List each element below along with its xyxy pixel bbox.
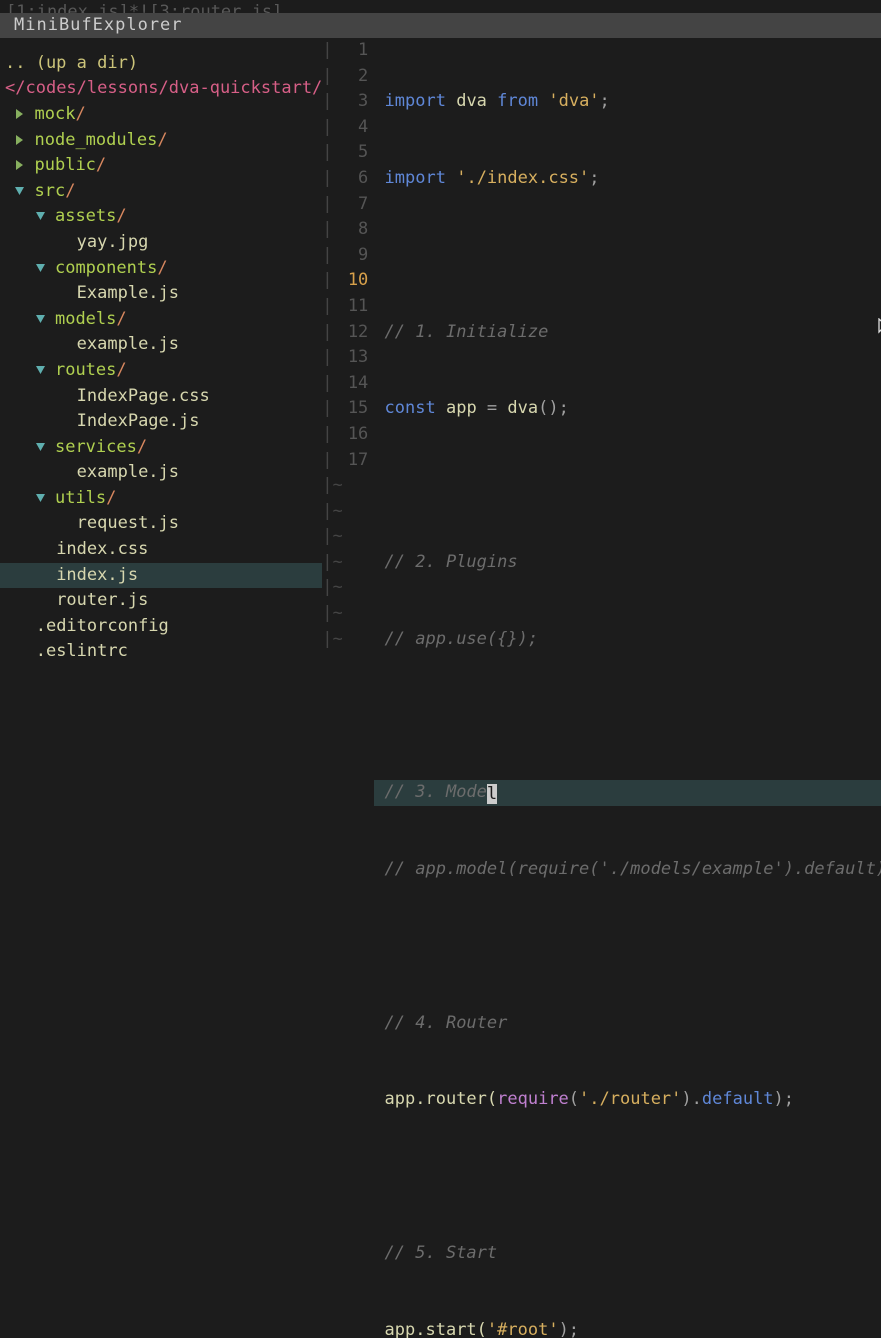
tabbar: [1:index.js]*![3:router.js] bbox=[0, 0, 881, 13]
folder-collapsed-icon bbox=[15, 160, 24, 170]
code-line[interactable] bbox=[374, 703, 881, 729]
tree-item-routes[interactable]: routes/ bbox=[0, 358, 322, 384]
tree-item-example-upper[interactable]: Example.js bbox=[0, 281, 322, 307]
code-line-active[interactable]: // 3. Model bbox=[374, 780, 881, 806]
code-line[interactable]: // 1. Initialize bbox=[374, 320, 881, 346]
minibuf-explorer: MiniBufExplorer bbox=[0, 13, 881, 38]
tree-item-services-example[interactable]: example.js bbox=[0, 460, 322, 486]
folder-expanded-icon bbox=[15, 186, 24, 196]
code-line[interactable]: app.router(require('./router').default); bbox=[374, 1087, 881, 1113]
tree-item-yay[interactable]: yay.jpg bbox=[0, 230, 322, 256]
tree-item-indexpage-js[interactable]: IndexPage.js bbox=[0, 409, 322, 435]
code-line[interactable]: // app.model(require('./models/example')… bbox=[374, 857, 881, 883]
file-tree[interactable]: .. (up a dir) </codes/lessons/dva-quicks… bbox=[0, 38, 322, 669]
tree-item-utils[interactable]: utils/ bbox=[0, 486, 322, 512]
folder-expanded-icon bbox=[36, 314, 45, 324]
code-line[interactable] bbox=[374, 934, 881, 960]
code-line[interactable]: // 5. Start bbox=[374, 1241, 881, 1267]
file-tree-up[interactable]: .. (up a dir) bbox=[0, 51, 322, 77]
code-area[interactable]: import dva from 'dva'; import './index.c… bbox=[374, 38, 881, 669]
gutter-pipe: |||||| |||||| ||||| |~|~|~|~|~|~|~ bbox=[322, 38, 332, 669]
file-tree-path: </codes/lessons/dva-quickstart/ bbox=[0, 76, 322, 102]
tree-item-public[interactable]: public/ bbox=[0, 153, 322, 179]
tree-item-router-js[interactable]: router.js bbox=[0, 588, 322, 614]
tree-item-models[interactable]: models/ bbox=[0, 307, 322, 333]
folder-collapsed-icon bbox=[15, 135, 24, 145]
folder-expanded-icon bbox=[36, 365, 45, 375]
tree-item-models-example[interactable]: example.js bbox=[0, 332, 322, 358]
folder-expanded-icon bbox=[36, 442, 45, 452]
folder-collapsed-icon bbox=[15, 109, 24, 119]
code-line[interactable] bbox=[374, 1164, 881, 1190]
code-line[interactable] bbox=[374, 473, 881, 499]
tree-item-mock[interactable]: mock/ bbox=[0, 102, 322, 128]
tree-item-index-js[interactable]: index.js bbox=[0, 563, 322, 589]
tree-item-src[interactable]: src/ bbox=[0, 179, 322, 205]
code-line[interactable]: app.start('#root'); bbox=[374, 1318, 881, 1338]
folder-expanded-icon bbox=[36, 263, 45, 273]
code-line[interactable]: const app = dva(); bbox=[374, 396, 881, 422]
code-line[interactable]: // app.use({}); bbox=[374, 627, 881, 653]
code-line[interactable] bbox=[374, 243, 881, 269]
code-line[interactable]: // 2. Plugins bbox=[374, 550, 881, 576]
tree-item-node-modules[interactable]: node_modules/ bbox=[0, 128, 322, 154]
code-line[interactable]: import './index.css'; bbox=[374, 166, 881, 192]
tree-item-index-css[interactable]: index.css bbox=[0, 537, 322, 563]
folder-expanded-icon bbox=[36, 493, 45, 503]
tree-item-request[interactable]: request.js bbox=[0, 511, 322, 537]
tree-item-components[interactable]: components/ bbox=[0, 256, 322, 282]
tree-item-eslintrc[interactable]: .eslintrc bbox=[0, 639, 322, 665]
text-cursor: l bbox=[487, 784, 497, 804]
code-line[interactable]: import dva from 'dva'; bbox=[374, 89, 881, 115]
editor-pane[interactable]: |||||| |||||| ||||| |~|~|~|~|~|~|~ 1 2 3… bbox=[322, 38, 881, 669]
folder-expanded-icon bbox=[36, 211, 45, 221]
main-split: .. (up a dir) </codes/lessons/dva-quicks… bbox=[0, 38, 881, 669]
tree-item-assets[interactable]: assets/ bbox=[0, 204, 322, 230]
tree-item-indexpage-css[interactable]: IndexPage.css bbox=[0, 384, 322, 410]
code-line[interactable]: // 4. Router bbox=[374, 1011, 881, 1037]
line-number-gutter: 1 2 3 4 5 6 7 8 9 10 11 12 13 14 15 16 1… bbox=[332, 38, 374, 669]
tree-item-services[interactable]: services/ bbox=[0, 435, 322, 461]
tree-item-editorconfig[interactable]: .editorconfig bbox=[0, 614, 322, 640]
